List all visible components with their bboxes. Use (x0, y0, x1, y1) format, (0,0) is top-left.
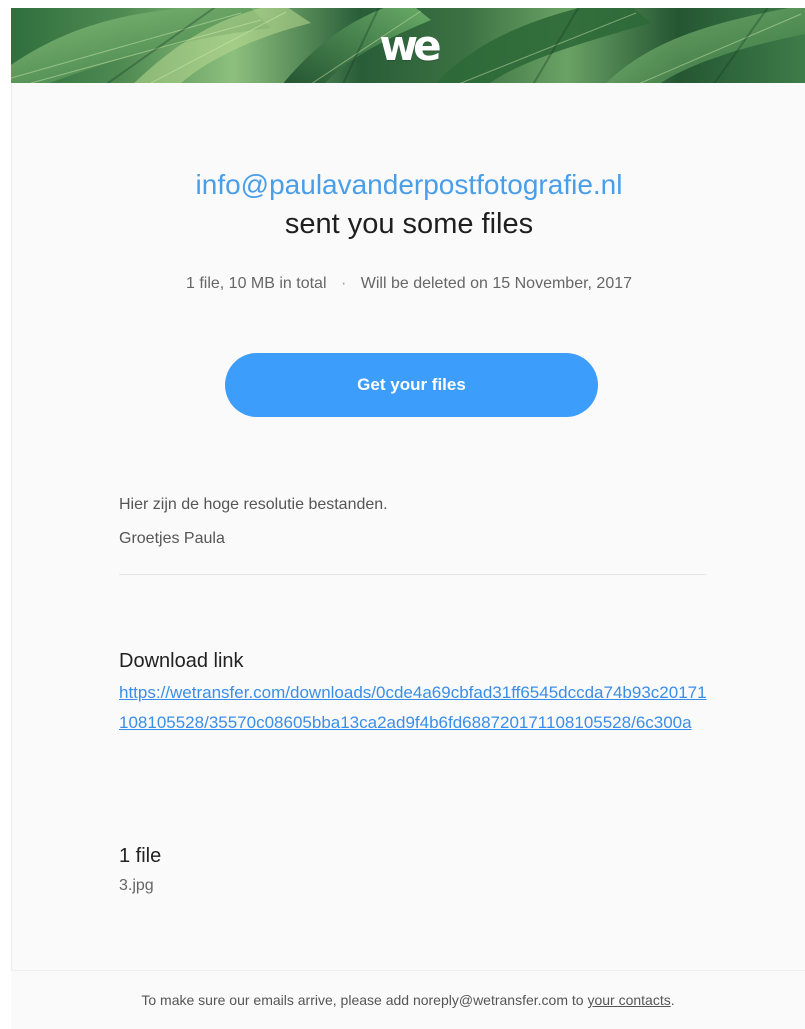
footer-text: To make sure our emails arrive, please a… (141, 992, 588, 1008)
download-link[interactable]: https://wetransfer.com/downloads/0cde4a6… (119, 678, 709, 738)
get-files-button[interactable]: Get your files (225, 353, 598, 417)
transfer-headline: sent you some files (284, 208, 534, 240)
content-divider (119, 574, 706, 575)
message-line: Hier zijn de hoge resolutie bestanden. (119, 496, 388, 513)
sender-message: Hier zijn de hoge resolutie bestanden. G… (119, 488, 709, 556)
email-page: we info@paulavanderpostfotografie.nl sen… (0, 0, 805, 1029)
sender-email: info@paulavanderpostfotografie.nl (195, 169, 623, 200)
deletion-date: Will be deleted on 15 November, 2017 (360, 275, 633, 292)
header-banner: we (11, 8, 805, 83)
meta-separator: · (340, 275, 347, 292)
file-name: 3.jpg (119, 877, 154, 894)
file-summary: 1 file, 10 MB in total (185, 275, 327, 292)
your-contacts-link[interactable]: your contacts (587, 992, 670, 1008)
files-count-heading: 1 file (119, 845, 162, 867)
footer-period: . (670, 992, 675, 1008)
transfer-meta: 1 file, 10 MB in total · Will be deleted… (12, 272, 805, 296)
email-footer: To make sure our emails arrive, please a… (11, 971, 805, 1029)
message-signature: Groetjes Paula (119, 530, 225, 547)
download-link-heading: Download link (119, 650, 244, 672)
transfer-card: info@paulavanderpostfotografie.nl sent y… (11, 83, 805, 970)
wetransfer-logo: we (379, 20, 441, 70)
